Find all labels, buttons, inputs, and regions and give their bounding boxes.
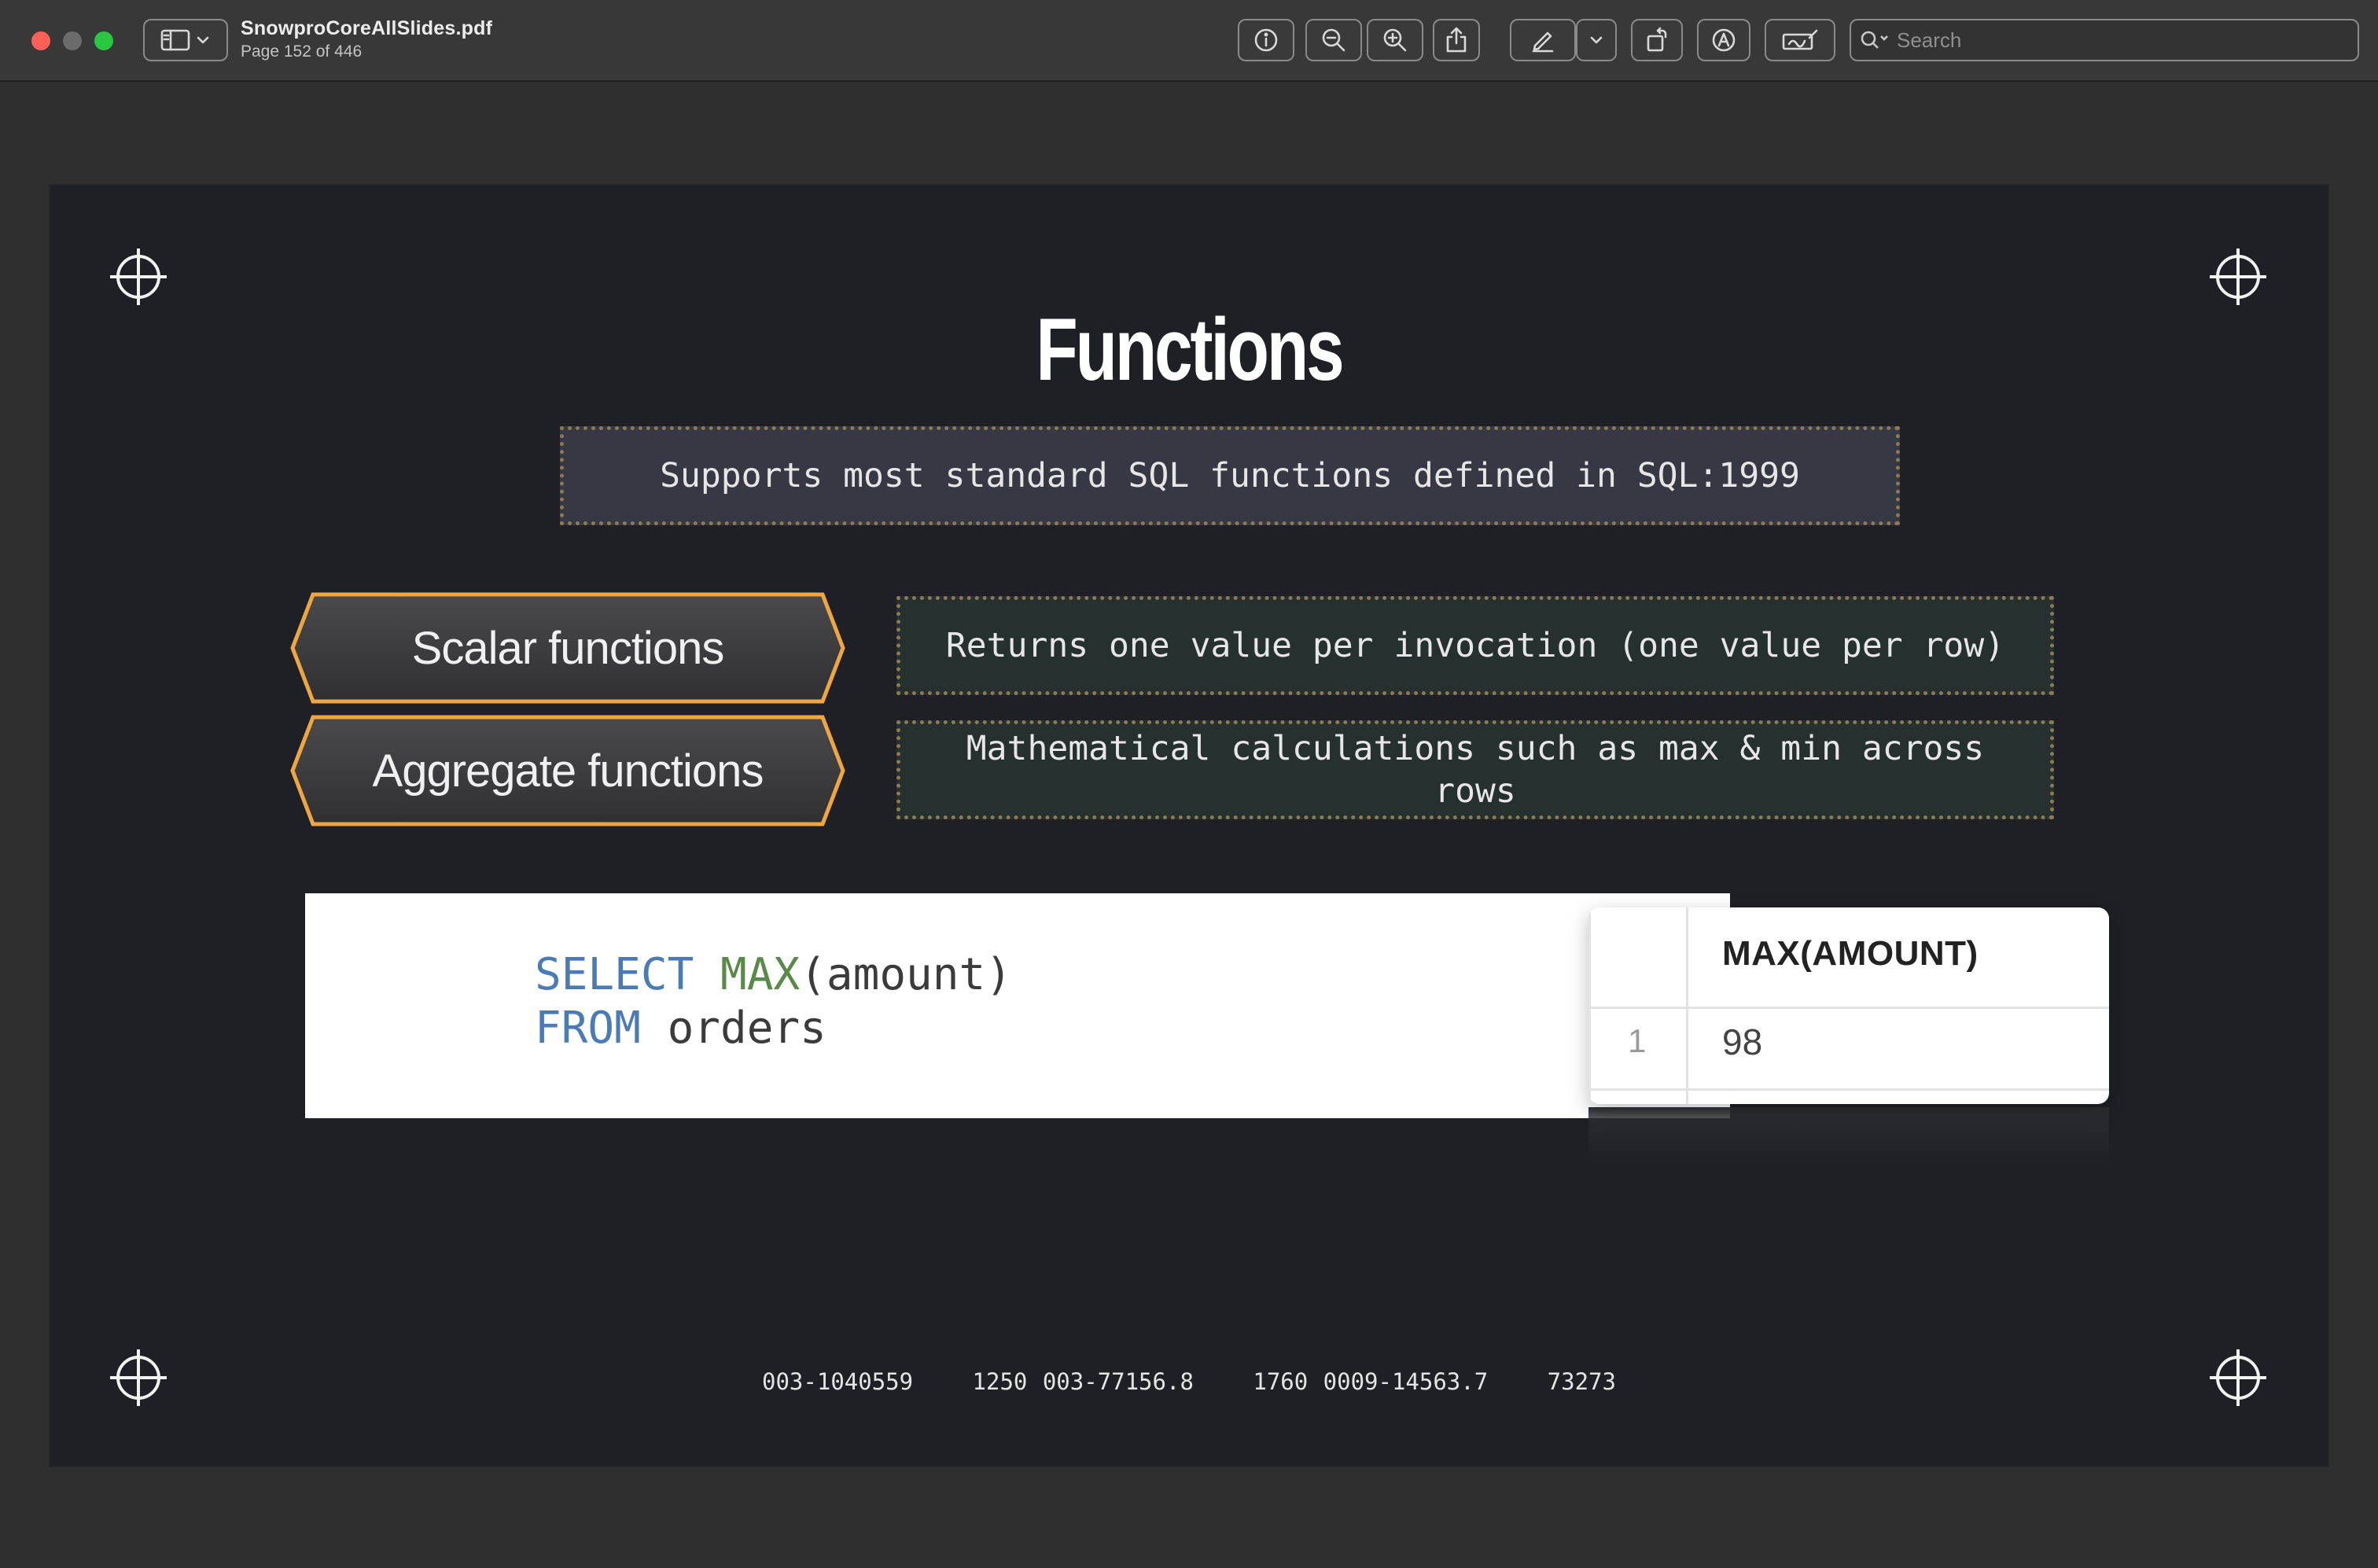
sql-code: SELECT MAX(amount) FROM orders bbox=[535, 948, 1012, 1055]
slide-title: Functions bbox=[1036, 300, 1344, 399]
sql-keyword: SELECT bbox=[535, 949, 694, 1000]
footer-codes: 003-1040559 1250 003-77156.8 1760 0009-1… bbox=[50, 1368, 2328, 1395]
scalar-description-text: Returns one value per invocation (one va… bbox=[945, 626, 2005, 665]
footer-code: 1250 003-77156.8 bbox=[972, 1368, 1194, 1395]
scalar-functions-label: Scalar functions bbox=[289, 591, 846, 705]
sign-button[interactable] bbox=[1765, 19, 1835, 61]
markup-options-button[interactable] bbox=[1576, 19, 1617, 61]
markup-button[interactable] bbox=[1510, 19, 1576, 61]
scalar-description-box: Returns one value per invocation (one va… bbox=[896, 596, 2054, 695]
signature-icon bbox=[1782, 29, 1818, 50]
result-table: MAX(AMOUNT) 1 98 bbox=[1588, 907, 2109, 1104]
document-title: SnowproCoreAllSlides.pdf bbox=[241, 17, 493, 39]
table-border bbox=[1588, 1007, 2109, 1009]
aggregate-functions-label: Aggregate functions bbox=[289, 714, 846, 827]
page-indicator: Page 152 of 446 bbox=[241, 42, 363, 61]
row-number: 1 bbox=[1628, 1022, 1647, 1059]
info-button[interactable] bbox=[1238, 19, 1294, 61]
aggregate-functions-text: Aggregate functions bbox=[372, 745, 764, 797]
footer-code: 003-1040559 bbox=[762, 1368, 914, 1395]
share-icon bbox=[1446, 27, 1467, 53]
title-bar: SnowproCoreAllSlides.pdf Page 152 of 446 bbox=[0, 0, 2378, 82]
sql-text: (amount) bbox=[800, 949, 1012, 1000]
search-icon bbox=[1861, 31, 1888, 49]
chevron-down-icon bbox=[197, 36, 209, 44]
crosshair-icon bbox=[109, 247, 168, 307]
sql-keyword: FROM bbox=[535, 1003, 641, 1054]
sidebar-toggle-button[interactable] bbox=[143, 19, 228, 61]
table-border bbox=[1588, 907, 1591, 1104]
rotate-button[interactable] bbox=[1631, 19, 1683, 61]
highlight-button[interactable] bbox=[1697, 19, 1750, 61]
footer-code: 73273 bbox=[1547, 1368, 1616, 1395]
sql-function: MAX bbox=[720, 949, 801, 1000]
minimize-window-button[interactable] bbox=[63, 31, 82, 50]
zoom-in-icon bbox=[1383, 28, 1407, 52]
info-icon bbox=[1254, 28, 1278, 52]
close-window-button[interactable] bbox=[31, 31, 50, 50]
markup-circle-icon bbox=[1712, 28, 1736, 52]
scalar-functions-text: Scalar functions bbox=[411, 622, 725, 674]
table-border bbox=[1588, 1088, 2109, 1091]
pdf-page: Functions Supports most standard SQL fun… bbox=[50, 186, 2328, 1466]
zoom-in-button[interactable] bbox=[1367, 19, 1423, 61]
crosshair-icon bbox=[2208, 247, 2268, 307]
search-input[interactable]: Search bbox=[1850, 19, 2359, 61]
table-border bbox=[1686, 907, 1688, 1104]
sql-text: orders bbox=[640, 1003, 826, 1054]
footer-code: 1760 0009-14563.7 bbox=[1253, 1368, 1489, 1395]
sql-code-panel: SELECT MAX(amount) FROM orders bbox=[305, 893, 1730, 1118]
subtitle-text: Supports most standard SQL functions def… bbox=[660, 456, 1800, 495]
column-header: MAX(AMOUNT) bbox=[1722, 934, 1979, 973]
search-placeholder: Search bbox=[1897, 28, 1962, 52]
sidebar-icon bbox=[160, 29, 190, 51]
markup-pen-icon bbox=[1532, 31, 1554, 53]
aggregate-description-text: Mathematical calculations such as max & … bbox=[966, 729, 1985, 811]
chevron-down-icon bbox=[1590, 36, 1603, 44]
subtitle-box: Supports most standard SQL functions def… bbox=[560, 426, 1900, 525]
aggregate-description-box: Mathematical calculations such as max & … bbox=[896, 720, 2054, 819]
maximize-window-button[interactable] bbox=[94, 31, 113, 50]
zoom-out-button[interactable] bbox=[1305, 19, 1362, 61]
table-cell: 98 bbox=[1722, 1021, 1763, 1062]
zoom-out-icon bbox=[1322, 28, 1345, 52]
share-button[interactable] bbox=[1433, 19, 1480, 61]
rotate-icon bbox=[1647, 27, 1667, 52]
result-shadow bbox=[1588, 1107, 2109, 1162]
